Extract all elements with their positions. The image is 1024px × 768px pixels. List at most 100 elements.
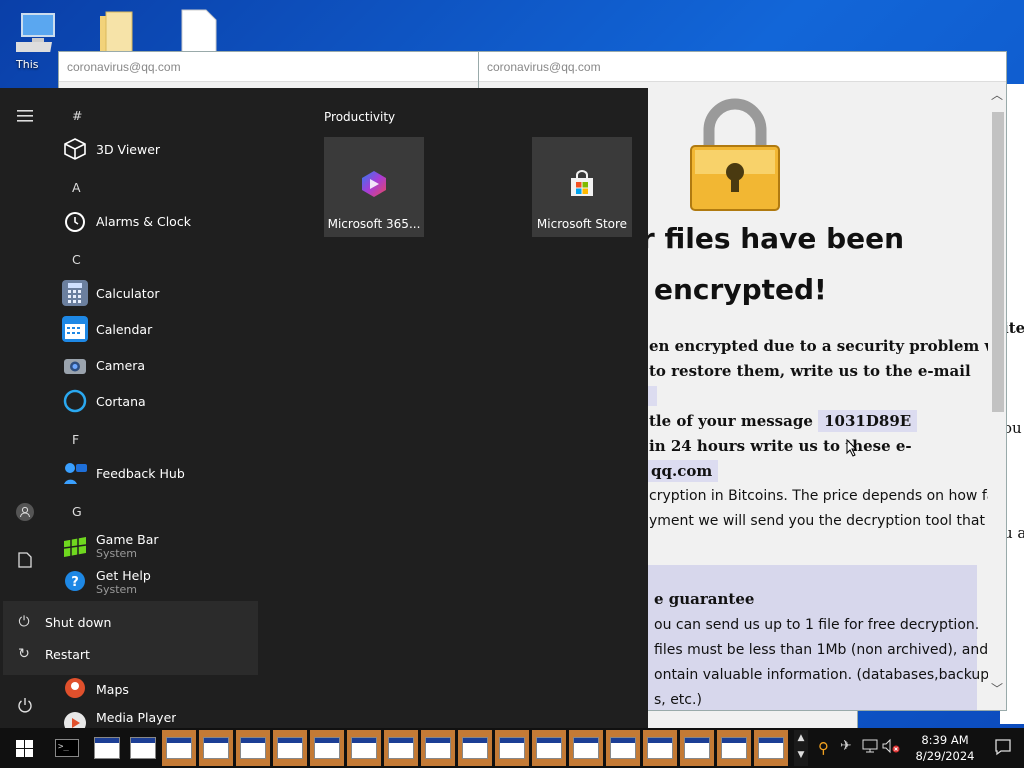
app-name: Calendar (96, 321, 153, 337)
window-title: coronavirus@qq.com (479, 52, 1006, 82)
taskbar-window-button[interactable] (495, 730, 529, 766)
app-maps[interactable]: Maps (62, 674, 129, 704)
restart-icon: ↻ (18, 646, 30, 662)
taskbar-app-button[interactable] (310, 730, 344, 766)
document-icon[interactable] (176, 8, 224, 56)
system-tray: ⚲ ✈ 8:39 AM 8/29/2024 (814, 728, 1024, 768)
window-icon (166, 737, 192, 759)
taskbar-window-button[interactable] (384, 730, 418, 766)
scroll-down-icon[interactable]: ﹀ (990, 682, 1004, 696)
app-group-letter[interactable]: C (72, 252, 81, 267)
taskbar-window-button[interactable] (717, 730, 751, 766)
maps-icon (62, 676, 88, 702)
this-pc-icon[interactable]: This (10, 8, 64, 71)
taskbar-app-button[interactable] (126, 730, 160, 766)
app-group-letter[interactable]: A (72, 180, 81, 195)
app-3d-viewer[interactable]: 3D Viewer (62, 134, 160, 164)
user-avatar-icon[interactable] (10, 497, 40, 527)
taskbar-window-button[interactable] (421, 730, 455, 766)
tile-microsoft-365[interactable]: Microsoft 365... (324, 137, 424, 237)
restart-menu-item[interactable]: ↻ Restart (3, 638, 258, 670)
guarantee-title: e guarantee (654, 590, 755, 608)
folder-icon[interactable] (96, 8, 144, 56)
window-icon (610, 737, 636, 759)
svg-text:?: ? (71, 575, 79, 590)
search-icon[interactable]: ⚲ (818, 739, 829, 757)
taskbar-window-button[interactable] (458, 730, 492, 766)
taskbar-window-button[interactable] (162, 730, 196, 766)
app-alarms-clock[interactable]: Alarms & Clock (62, 206, 191, 236)
volume-muted-icon[interactable] (882, 738, 900, 757)
app-calculator[interactable]: Calculator (62, 278, 159, 308)
guarantee-line: ontain valuable information. (databases,… (654, 667, 1001, 683)
window-icon (684, 737, 710, 759)
scroll-thumb[interactable] (992, 112, 1004, 412)
taskbar-window-button[interactable] (273, 730, 307, 766)
note-line: to restore them, write us to the e-mail (649, 362, 971, 380)
start-menu: # A C F G 3D Viewer Alarms & Clock Calcu… (0, 88, 648, 728)
taskbar-app-button[interactable] (347, 730, 381, 766)
shutdown-menu-item[interactable]: ⏻ Shut down (3, 606, 258, 638)
taskbar-window-button[interactable] (532, 730, 566, 766)
app-media-player[interactable]: Media Player (62, 710, 176, 728)
hamburger-menu-icon[interactable] (10, 101, 40, 131)
note-line: yment we will send you the decryption to… (649, 513, 985, 529)
guarantee-line: files must be less than 1Mb (non archive… (654, 642, 989, 658)
window-icon (240, 737, 266, 759)
tile-microsoft-store[interactable]: Microsoft Store (532, 137, 632, 237)
app-name: Cortana (96, 393, 146, 409)
network-off-icon[interactable]: ✈ (840, 738, 852, 754)
window-icon (647, 737, 673, 759)
network-icon[interactable] (862, 738, 878, 757)
app-name: Alarms & Clock (96, 213, 191, 229)
taskbar-scroll-arrows[interactable]: ▲ ▼ (794, 730, 808, 766)
app-name: Calculator (96, 285, 160, 301)
app-cortana[interactable]: Cortana (62, 386, 146, 416)
taskbar-cmd-button[interactable]: >_ (50, 730, 84, 766)
taskbar-window-button[interactable] (199, 730, 233, 766)
app-group-letter[interactable]: F (72, 432, 79, 447)
app-get-help[interactable]: ? Get Help System (62, 564, 151, 600)
feedback-hub-icon (62, 460, 88, 486)
clock-time: 8:39 AM (921, 733, 969, 747)
taskbar-window-button[interactable] (606, 730, 640, 766)
guarantee-line: s, etc.) (654, 692, 702, 708)
window-icon (425, 737, 451, 759)
app-game-bar[interactable]: Game Bar System (62, 528, 159, 564)
ransom-heading-line2: encrypted! (654, 273, 827, 306)
store-bag-icon (567, 169, 597, 202)
taskbar-window-button[interactable] (643, 730, 677, 766)
app-camera[interactable]: Camera (62, 350, 145, 380)
windows-start-icon[interactable] (0, 728, 48, 768)
mouse-pointer-icon (846, 438, 858, 460)
padlock-icon (687, 96, 783, 214)
app-name: Feedback Hub (96, 465, 185, 481)
ransom-heading-line1: ur files have been (621, 222, 905, 255)
window-icon (758, 737, 784, 759)
command-prompt-icon: >_ (55, 739, 79, 757)
app-group-letter[interactable]: G (72, 504, 82, 519)
camera-icon (62, 352, 88, 378)
app-feedback-hub[interactable]: Feedback Hub (62, 458, 185, 488)
app-group-letter[interactable]: # (72, 108, 82, 123)
note-line: cryption in Bitcoins. The price depends … (649, 488, 1006, 504)
computer-icon (94, 737, 120, 759)
taskbar-app-button[interactable] (90, 730, 124, 766)
documents-icon[interactable] (10, 545, 40, 575)
notifications-icon[interactable] (994, 738, 1012, 759)
taskbar-window-button[interactable] (236, 730, 270, 766)
message-title-label: tle of your message (649, 412, 813, 430)
window-icon (388, 737, 414, 759)
scroll-up-icon[interactable]: ︿ (990, 88, 1004, 102)
power-icon[interactable] (10, 690, 40, 720)
calculator-icon (62, 280, 88, 306)
computer-icon (314, 737, 340, 759)
game-bar-icon (62, 533, 88, 559)
vertical-scrollbar[interactable]: ︿ ﹀ (988, 82, 1006, 710)
taskbar-window-button[interactable] (569, 730, 603, 766)
taskbar-clock[interactable]: 8:39 AM 8/29/2024 (910, 732, 980, 764)
get-help-icon: ? (62, 569, 88, 595)
taskbar-window-button[interactable] (754, 730, 788, 766)
taskbar-window-button[interactable] (680, 730, 714, 766)
app-calendar[interactable]: Calendar (62, 314, 152, 344)
